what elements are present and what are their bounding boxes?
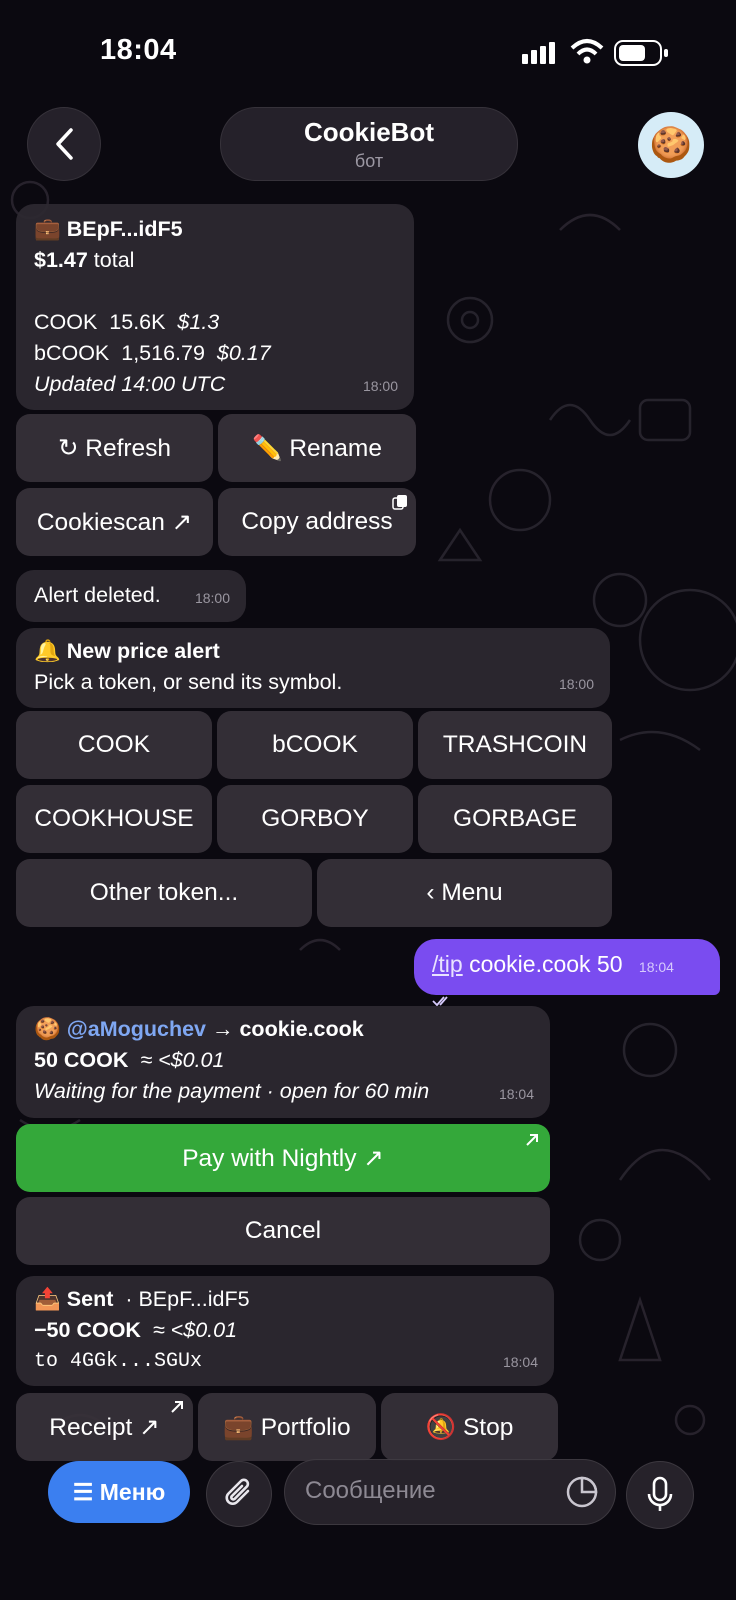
token-button-gorbage[interactable]: GORBAGE (418, 785, 612, 853)
message-time: 18:00 (362, 378, 398, 394)
copy-address-button[interactable]: Copy address (218, 488, 416, 556)
tip-message: 🍪 @aMoguchev → cookie.cook 50 COOK ≈ <$0… (16, 1006, 550, 1118)
tip-command-args: cookie.cook 50 (469, 951, 623, 977)
pay-with-nightly-button[interactable]: Pay with Nightly ↗ (16, 1124, 550, 1192)
bot-name: CookieBot (304, 117, 434, 147)
token-row-cook: COOK 15.6K $1.3 (34, 310, 220, 334)
receipt-button[interactable]: Receipt ↗ (16, 1393, 193, 1461)
back-button[interactable] (27, 107, 101, 181)
token-button-bcook[interactable]: bCOOK (217, 711, 413, 779)
microphone-icon (647, 1476, 673, 1511)
message-time: 18:04 (638, 959, 674, 975)
status-time: 18:04 (100, 34, 177, 66)
price-alert-title: New price alert (66, 639, 220, 663)
voice-message-button[interactable] (626, 1461, 694, 1529)
token-button-trashcoin[interactable]: TRASHCOIN (418, 711, 612, 779)
tip-command-link[interactable]: /tip (432, 951, 463, 977)
attach-button[interactable] (206, 1461, 272, 1527)
price-alert-message: 🔔 New price alert Pick a token, or send … (16, 628, 610, 708)
bot-menu-button[interactable]: ☰ Меню (48, 1461, 190, 1523)
outgoing-message: /tip cookie.cook 50 18:04 (414, 939, 720, 1007)
token-button-gorboy[interactable]: GORBOY (217, 785, 413, 853)
message-field[interactable] (284, 1459, 616, 1525)
cookiescan-button[interactable]: Cookiescan ↗ (16, 488, 213, 556)
price-alert-body: Pick a token, or send its symbol. (34, 670, 343, 694)
external-link-icon (171, 1401, 183, 1413)
alert-deleted-message: Alert deleted. 18:00 (16, 570, 246, 622)
portfolio-button[interactable]: 💼 Portfolio (198, 1393, 376, 1461)
wifi-icon (570, 39, 604, 64)
sent-message: 📤 Sent · BEpF...idF5 −50 COOK ≈ <$0.01 t… (16, 1276, 554, 1386)
menu-back-button[interactable]: ‹ Menu (317, 859, 612, 927)
bot-avatar[interactable]: 🍪 (638, 112, 704, 178)
bot-subtitle: бот (354, 151, 384, 171)
paperclip-icon (225, 1478, 250, 1505)
cookie-icon: 🍪 (649, 126, 693, 164)
sent-amount: −50 COOK (34, 1318, 141, 1342)
rename-button[interactable]: ✏️ Rename (218, 414, 416, 482)
updated-text: Updated 14:00 UTC (34, 372, 226, 396)
recipient-address: to 4GGk...SGUx (34, 1350, 203, 1373)
token-row-bcook: bCOOK 1,516.79 $0.17 (34, 341, 271, 365)
tip-status: Waiting for the payment · open for 60 mi… (34, 1079, 430, 1103)
copy-icon (392, 495, 407, 510)
token-button-cook[interactable]: COOK (16, 711, 212, 779)
battery-icon (614, 40, 668, 66)
other-token-button[interactable]: Other token... (16, 859, 312, 927)
bell-icon: 🔔 (34, 639, 61, 663)
token-button-cookhouse[interactable]: COOKHOUSE (16, 785, 212, 853)
briefcase-icon: 💼 (34, 217, 61, 241)
outbox-icon: 📤 (34, 1287, 61, 1311)
wallet-message: 💼 BEpF...idF5 $1.47 total COOK 15.6K $1.… (16, 204, 414, 410)
stop-button[interactable]: 🔕 Stop (381, 1393, 558, 1461)
mention-link[interactable]: @aMoguchev (67, 1017, 206, 1041)
cookie-icon: 🍪 (34, 1017, 61, 1041)
external-link-icon (526, 1134, 538, 1146)
cancel-button[interactable]: Cancel (16, 1197, 550, 1265)
alert-deleted-text: Alert deleted. (34, 583, 161, 607)
wallet-total: $1.47 (34, 248, 88, 272)
sticker-icon[interactable] (565, 1475, 599, 1509)
wallet-address: 💼 BEpF...idF5 (34, 217, 183, 241)
tip-amount: 50 COOK (34, 1048, 129, 1072)
chevron-left-icon (56, 128, 73, 160)
chat-title[interactable]: CookieBot бот (220, 107, 518, 181)
refresh-button[interactable]: ↻ Refresh (16, 414, 213, 482)
sender-wallet: · BEpF...idF5 (125, 1287, 250, 1311)
message-input[interactable] (303, 1476, 547, 1506)
